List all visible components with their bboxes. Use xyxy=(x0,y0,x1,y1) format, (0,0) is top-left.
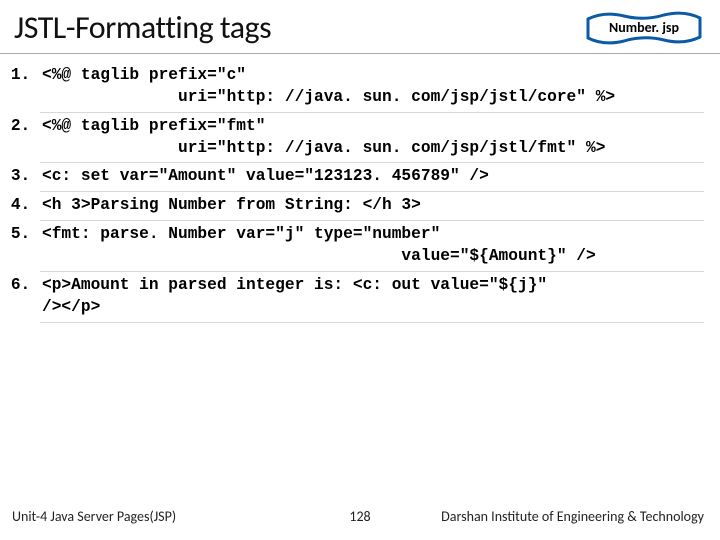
footer-left: Unit-4 Java Server Pages(JSP) xyxy=(12,508,176,525)
slide-footer: Unit-4 Java Server Pages(JSP) 128 Darsha… xyxy=(0,498,720,540)
code-list: <%@ taglib prefix="c" uri="http: //java.… xyxy=(16,62,704,323)
page-number: 128 xyxy=(349,508,370,525)
file-badge: Number. jsp xyxy=(586,11,702,45)
file-badge-label: Number. jsp xyxy=(609,19,679,36)
code-area: <%@ taglib prefix="c" uri="http: //java.… xyxy=(0,54,720,323)
slide: JSTL-Formatting tags Number. jsp <%@ tag… xyxy=(0,0,720,540)
slide-header: JSTL-Formatting tags Number. jsp xyxy=(0,0,720,54)
code-line: <%@ taglib prefix="c" uri="http: //java.… xyxy=(40,62,704,113)
code-line: <fmt: parse. Number var="j" type="number… xyxy=(40,221,704,272)
code-line: <p>Amount in parsed integer is: <c: out … xyxy=(40,272,704,323)
footer-right: Darshan Institute of Engineering & Techn… xyxy=(441,508,704,525)
slide-title: JSTL-Formatting tags xyxy=(14,8,271,47)
code-line: <%@ taglib prefix="fmt" uri="http: //jav… xyxy=(40,113,704,164)
code-line: <c: set var="Amount" value="123123. 4567… xyxy=(40,163,704,192)
code-line: <h 3>Parsing Number from String: </h 3> xyxy=(40,192,704,221)
